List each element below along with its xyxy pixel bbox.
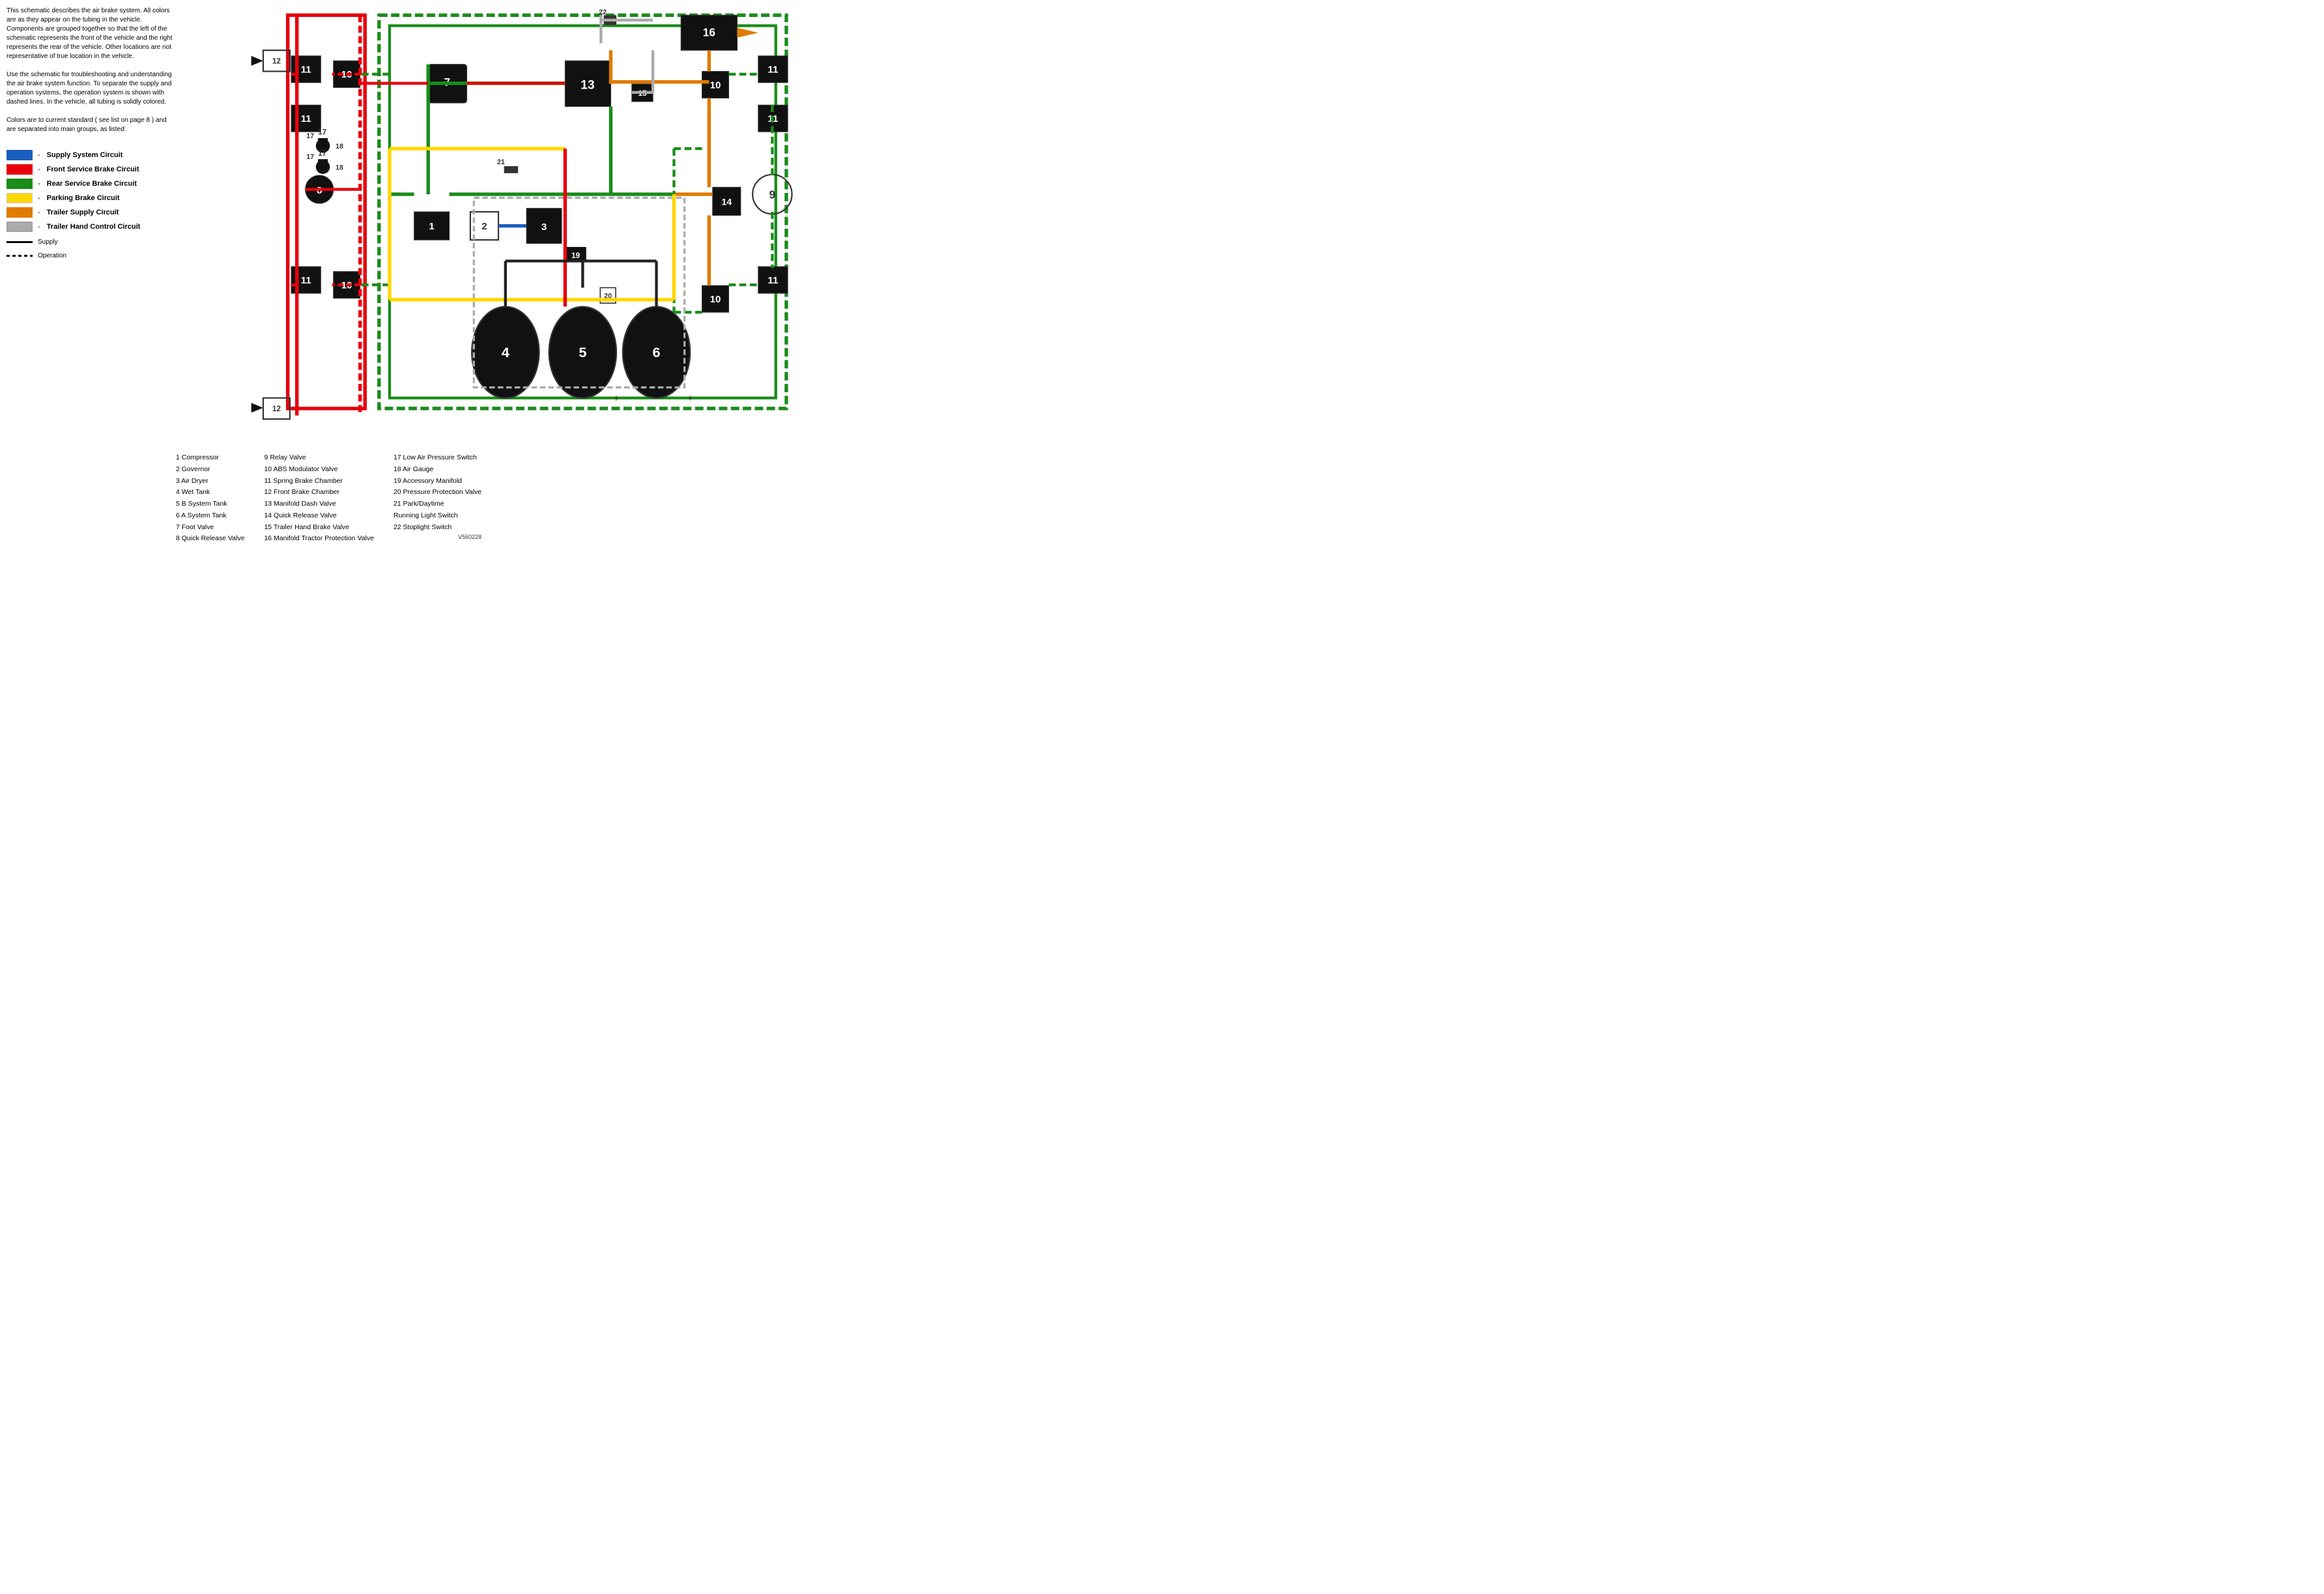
- legend-label-supply: Supply System Circuit: [47, 151, 123, 159]
- parts-column-2: 9 Relay Valve 10 ABS Modulator Valve 11 …: [264, 453, 373, 544]
- part-18: 18 Air Gauge: [394, 465, 481, 475]
- svg-text:14: 14: [721, 196, 732, 207]
- svg-text:19: 19: [571, 251, 581, 260]
- svg-text:13: 13: [581, 78, 595, 92]
- svg-text:11: 11: [301, 113, 311, 124]
- svg-text:11: 11: [301, 65, 311, 76]
- legend-dash-trailer-hand: -: [38, 223, 40, 231]
- parts-column-3: 17 Low Air Pressure Switch 18 Air Gauge …: [394, 453, 481, 544]
- svg-text:11: 11: [767, 275, 778, 286]
- legend-color-rear: [7, 179, 33, 189]
- operation-line-label: Operation: [38, 252, 66, 259]
- legend-label-rear: Rear Service Brake Circuit: [47, 180, 137, 188]
- part-11: 11 Spring Brake Chamber: [264, 476, 373, 487]
- legend-color-trailer-supply: [7, 207, 33, 218]
- legend-dash-supply: -: [38, 151, 40, 159]
- legend-color-front: [7, 164, 33, 175]
- part-15: 15 Trailer Hand Brake Valve: [264, 523, 373, 533]
- legend-label-trailer-hand: Trailer Hand Control Circuit: [47, 223, 141, 231]
- part-21: 21 Park/Daytime: [394, 499, 481, 510]
- svg-text:3: 3: [541, 222, 547, 233]
- part-8: 8 Quick Release Valve: [176, 534, 244, 544]
- left-panel: This schematic describes the air brake s…: [7, 7, 176, 445]
- svg-text:12: 12: [272, 404, 281, 413]
- parts-list: 1 Compressor 2 Governor 3 Air Dryer 4 We…: [176, 453, 481, 544]
- svg-text:5: 5: [579, 344, 586, 360]
- version-tag: V560228: [458, 534, 481, 540]
- svg-text:18: 18: [336, 143, 343, 151]
- top-section: This schematic describes the air brake s…: [7, 7, 814, 445]
- svg-text:17: 17: [318, 149, 327, 158]
- part-1: 1 Compressor: [176, 453, 244, 463]
- legend-color-trailer-hand: [7, 222, 33, 232]
- svg-text:10: 10: [710, 294, 721, 305]
- svg-text:12: 12: [272, 57, 281, 66]
- description-2: Use the schematic for troubleshooting an…: [7, 70, 176, 107]
- part-19: 19 Accessory Manifold: [394, 476, 481, 487]
- svg-text:18: 18: [336, 164, 343, 171]
- description-1: This schematic describes the air brake s…: [7, 7, 176, 61]
- legend-label-front: Front Service Brake Circuit: [47, 166, 139, 173]
- part-13: 13 Manifold Dash Valve: [264, 499, 373, 510]
- legend-item-parking: - Parking Brake Circuit: [7, 193, 176, 203]
- legend-color-supply: [7, 150, 33, 160]
- part-9: 9 Relay Valve: [264, 453, 373, 463]
- svg-text:9: 9: [769, 188, 776, 201]
- part-17: 17 Low Air Pressure Switch: [394, 453, 481, 463]
- legend-label-trailer-supply: Trailer Supply Circuit: [47, 209, 119, 216]
- svg-text:6: 6: [653, 344, 661, 360]
- description-3: Colors are to current standard ( see lis…: [7, 116, 176, 134]
- schematic-svg: 4 5 6 + + 1 2 3: [182, 7, 814, 445]
- part-20: 20 Pressure Protection Valve: [394, 487, 481, 498]
- page-container: This schematic describes the air brake s…: [7, 7, 814, 544]
- legend-item-supply: - Supply System Circuit: [7, 150, 176, 160]
- svg-text:2: 2: [481, 221, 487, 232]
- legend-dash-rear: -: [38, 180, 40, 188]
- legend-dash-trailer-supply: -: [38, 209, 40, 216]
- part-4: 4 Wet Tank: [176, 487, 244, 498]
- part-14: 14 Quick Release Valve: [264, 511, 373, 521]
- part-16: 16 Manifold Tractor Protection Valve: [264, 534, 373, 544]
- part-21b: Running Light Switch: [394, 511, 481, 521]
- svg-text:17: 17: [306, 153, 314, 161]
- svg-text:17: 17: [318, 127, 327, 136]
- part-12: 12 Front Brake Chamber: [264, 487, 373, 498]
- part-22: 22 Stoplight Switch: [394, 523, 481, 533]
- legend-item-trailer-supply: - Trailer Supply Circuit: [7, 207, 176, 218]
- line-legend-supply: Supply: [7, 239, 176, 246]
- svg-text:1: 1: [429, 221, 434, 232]
- svg-text:11: 11: [767, 65, 778, 76]
- svg-text:+: +: [687, 393, 693, 404]
- line-legend-operation: Operation: [7, 252, 176, 259]
- part-7: 7 Foot Valve: [176, 523, 244, 533]
- svg-text:11: 11: [301, 275, 311, 286]
- legend-item-rear: - Rear Service Brake Circuit: [7, 179, 176, 189]
- legend-item-trailer-hand: - Trailer Hand Control Circuit: [7, 222, 176, 232]
- legend-label-parking: Parking Brake Circuit: [47, 194, 120, 202]
- svg-text:4: 4: [502, 344, 509, 360]
- svg-text:21: 21: [497, 158, 505, 166]
- part-2: 2 Governor: [176, 465, 244, 475]
- legend-item-front: - Front Service Brake Circuit: [7, 164, 176, 175]
- part-5: 5 B System Tank: [176, 499, 244, 510]
- supply-line-label: Supply: [38, 239, 58, 246]
- svg-text:+: +: [614, 393, 620, 404]
- dashed-line: [7, 255, 33, 257]
- bottom-section: 1 Compressor 2 Governor 3 Air Dryer 4 We…: [7, 453, 814, 544]
- legend-section: - Supply System Circuit - Front Service …: [7, 150, 176, 259]
- legend-color-parking: [7, 193, 33, 203]
- part-6: 6 A System Tank: [176, 511, 244, 521]
- part-10: 10 ABS Modulator Valve: [264, 465, 373, 475]
- solid-line: [7, 241, 33, 243]
- legend-dash-front: -: [38, 166, 40, 173]
- svg-text:10: 10: [710, 80, 721, 91]
- legend-dash-parking: -: [38, 194, 40, 202]
- svg-text:16: 16: [703, 26, 715, 39]
- parts-column-1: 1 Compressor 2 Governor 3 Air Dryer 4 We…: [176, 453, 244, 544]
- svg-text:17: 17: [306, 132, 314, 140]
- diagram-area: 4 5 6 + + 1 2 3: [182, 7, 814, 445]
- part-3: 3 Air Dryer: [176, 476, 244, 487]
